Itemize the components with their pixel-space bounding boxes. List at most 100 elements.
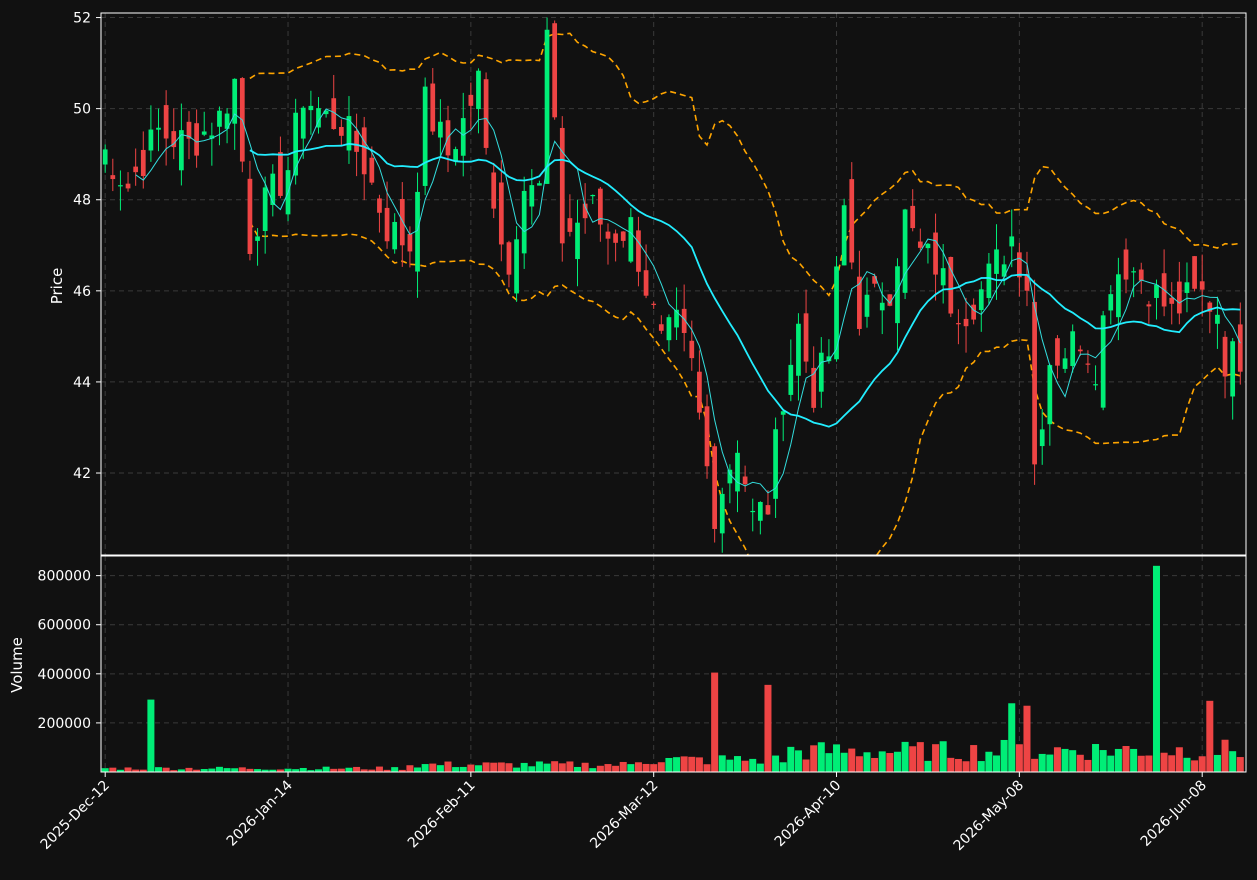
candle-body-109 — [933, 232, 938, 275]
candle-body-120 — [1017, 252, 1022, 278]
volume-bar-70 — [634, 762, 642, 772]
volume-bar-144 — [1198, 756, 1206, 772]
volume-bar-65 — [596, 765, 604, 772]
candle-body-3 — [125, 183, 131, 189]
candle-body-48 — [468, 94, 474, 106]
volume-bar-83 — [733, 756, 741, 772]
volume-y-ticks: 200000 400000 600000 800000 — [38, 569, 101, 732]
candle-body-33 — [354, 130, 359, 152]
volume-bar-141 — [1175, 747, 1183, 772]
volume-bar-56 — [528, 766, 536, 772]
volume-bar-103 — [886, 753, 894, 772]
volume-bar-79 — [703, 764, 711, 772]
volume-bar-67 — [612, 765, 620, 772]
slow-moving-average-line — [249, 142, 1241, 428]
candle-body-27 — [308, 105, 314, 111]
candle-body-69 — [628, 217, 634, 262]
volume-bar-112 — [954, 758, 962, 772]
volume-bar-122 — [1031, 758, 1039, 772]
candle-body-74 — [666, 317, 672, 341]
volume-bar-148 — [1229, 751, 1237, 772]
volume-bar-6 — [147, 699, 155, 772]
candle-body-86 — [757, 502, 763, 521]
candle-body-59 — [552, 23, 558, 118]
volume-bar-3 — [124, 767, 132, 772]
volume-bar-128 — [1076, 754, 1084, 772]
candle-body-50 — [483, 79, 489, 148]
candle-body-19 — [247, 178, 253, 255]
volume-bar-114 — [970, 745, 978, 772]
candle-body-83 — [735, 452, 740, 492]
price-y-ticks: 42 44 46 48 50 52 — [73, 11, 101, 482]
volume-bar-94 — [817, 742, 825, 772]
candle-body-105 — [902, 209, 908, 293]
volume-tick-label-2: 600000 — [38, 618, 91, 634]
candle-body-124 — [1047, 365, 1053, 425]
volume-bar-18 — [238, 767, 246, 772]
candle-body-38 — [392, 221, 398, 250]
volume-bar-74 — [665, 757, 673, 772]
candle-body-67 — [613, 233, 618, 243]
volume-bar-111 — [947, 757, 955, 772]
volume-bar-53 — [505, 763, 513, 772]
candle-body-53 — [506, 242, 512, 275]
volume-bars — [101, 565, 1244, 772]
price-axis-label: Price — [48, 268, 66, 305]
candle-body-6 — [148, 129, 154, 151]
volume-bar-76 — [680, 756, 688, 772]
candle-body-66 — [605, 231, 611, 239]
volume-bar-99 — [855, 756, 863, 772]
volume-bar-117 — [993, 755, 1001, 772]
volume-bar-85 — [749, 758, 757, 772]
volume-bar-104 — [893, 751, 901, 772]
volume-bar-72 — [650, 764, 658, 772]
candle-body-2 — [118, 185, 123, 187]
volume-bar-33 — [353, 766, 361, 772]
candle-body-64 — [590, 194, 596, 197]
candle-body-144 — [1199, 281, 1205, 290]
candle-body-47 — [460, 118, 466, 156]
candle-body-135 — [1131, 271, 1136, 273]
candle-body-21 — [262, 187, 268, 231]
volume-bar-100 — [863, 752, 871, 772]
candle-body-12 — [194, 123, 199, 156]
volume-bar-50 — [482, 762, 490, 772]
candle-body-78 — [697, 371, 702, 413]
volume-bar-140 — [1168, 755, 1176, 772]
candle-body-52 — [498, 182, 504, 245]
volume-bar-58 — [543, 763, 551, 772]
volume-bar-84 — [741, 760, 749, 772]
candlestick-chart: 42 44 46 48 50 52 200000 400000 600000 800000 20… — [0, 0, 1257, 876]
volume-bar-14 — [208, 768, 216, 772]
candle-body-60 — [559, 127, 565, 244]
candle-body-100 — [864, 294, 870, 317]
volume-bar-121 — [1023, 705, 1031, 772]
volume-bar-52 — [497, 762, 505, 772]
candle-body-149 — [1237, 324, 1243, 372]
candle-body-43 — [430, 83, 436, 132]
candle-body-25 — [293, 112, 299, 176]
volume-bar-73 — [657, 762, 665, 772]
candle-body-147 — [1222, 336, 1228, 377]
candle-body-137 — [1146, 304, 1152, 307]
volume-bar-118 — [1000, 739, 1008, 772]
volume-bar-130 — [1092, 744, 1100, 772]
candle-body-72 — [651, 303, 657, 305]
candle-body-85 — [750, 510, 756, 513]
volume-bar-62 — [574, 766, 582, 772]
candle-body-36 — [377, 198, 382, 213]
volume-bar-133 — [1114, 748, 1122, 772]
candle-body-119 — [1009, 236, 1015, 247]
candle-body-4 — [133, 166, 139, 173]
candle-body-123 — [1039, 429, 1045, 447]
volume-bar-101 — [871, 757, 879, 772]
volume-bar-113 — [962, 761, 970, 772]
candle-body-15 — [217, 110, 222, 127]
price-tick-label-4: 50 — [73, 102, 91, 118]
volume-bar-15 — [215, 766, 223, 772]
volume-tick-label-0: 200000 — [38, 716, 91, 732]
volume-bar-93 — [810, 745, 818, 772]
candle-body-102 — [879, 302, 885, 311]
candle-body-62 — [575, 222, 580, 260]
volume-bar-41 — [414, 767, 422, 772]
